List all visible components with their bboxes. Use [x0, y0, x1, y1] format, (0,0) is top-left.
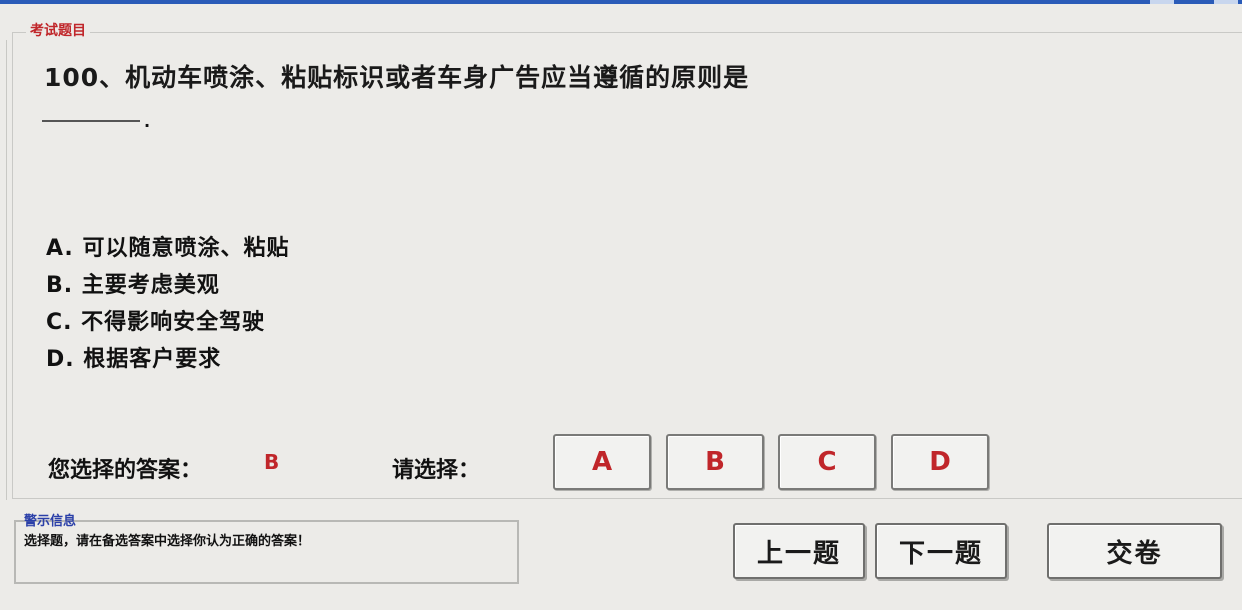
question-end-mark: .	[144, 112, 151, 131]
question-group-caption: 考试题目	[26, 20, 90, 40]
prev-question-button[interactable]: 上一题	[733, 523, 865, 579]
submit-exam-button[interactable]: 交卷	[1047, 523, 1222, 579]
window-title-bar	[0, 0, 1242, 4]
window-control-button[interactable]	[1150, 0, 1174, 4]
choice-d-button[interactable]: D	[891, 434, 989, 490]
hint-caption: 警示信息	[24, 514, 77, 529]
selected-answer-value: B	[264, 450, 280, 474]
next-question-button[interactable]: 下一题	[875, 523, 1007, 579]
option-d: D. 根据客户要求	[46, 347, 222, 372]
answer-blank-line	[42, 120, 140, 122]
option-c: C. 不得影响安全驾驶	[46, 310, 266, 335]
question-text: 100、机动车喷涂、粘贴标识或者车身广告应当遵循的原则是	[44, 63, 750, 92]
hint-text: 选择题，请在备选答案中选择你认为正确的答案！	[24, 534, 311, 549]
choose-label: 请选择：	[392, 458, 481, 483]
option-b: B. 主要考虑美观	[46, 273, 220, 298]
window-close-button[interactable]	[1214, 0, 1238, 4]
question-group-box	[12, 32, 1242, 499]
choice-b-button[interactable]: B	[666, 434, 764, 490]
left-panel-edge	[0, 40, 7, 500]
option-a: A. 可以随意喷涂、粘贴	[46, 236, 290, 261]
choice-c-button[interactable]: C	[778, 434, 876, 490]
selected-answer-label: 您选择的答案：	[48, 458, 203, 483]
choice-a-button[interactable]: A	[553, 434, 651, 490]
